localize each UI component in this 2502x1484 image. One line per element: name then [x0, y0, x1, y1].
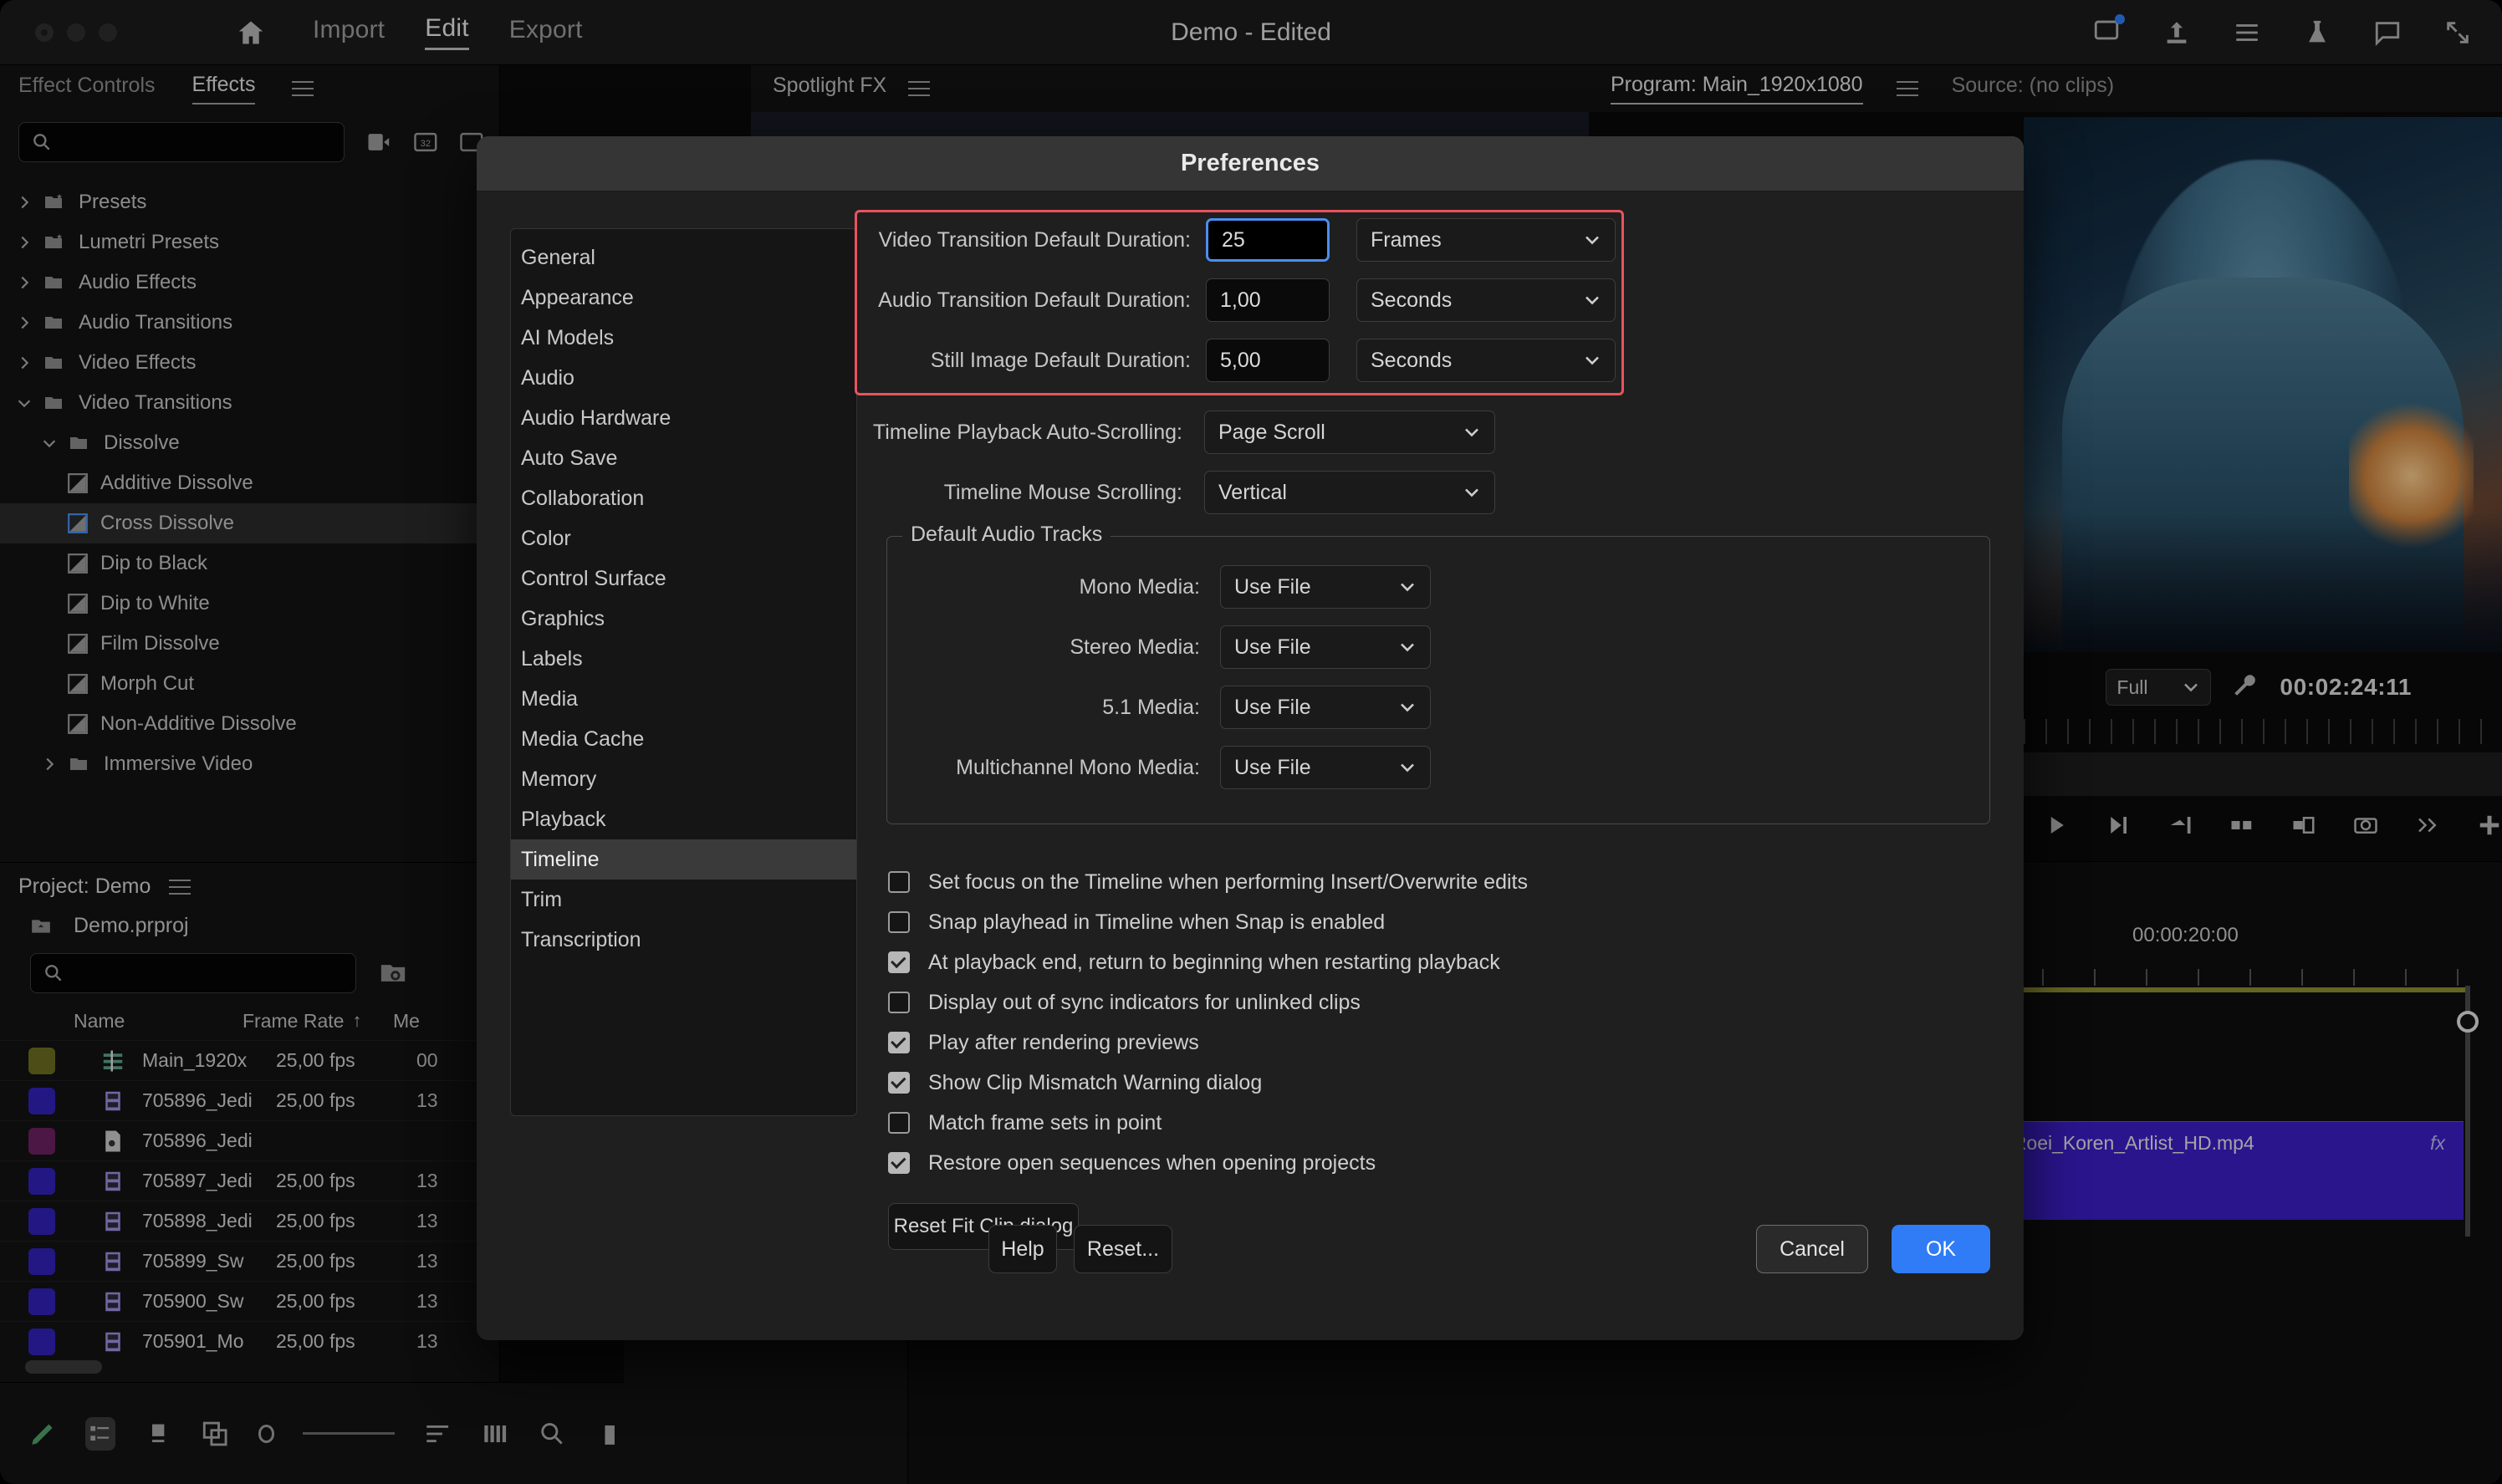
category-transcription[interactable]: Transcription — [511, 920, 856, 960]
checkbox-row-set-focus[interactable]: Set focus on the Timeline when performin… — [888, 862, 1528, 902]
checkbox-label: Play after rendering previews — [928, 1030, 1199, 1054]
51-media-label: 5.1 Media: — [1102, 695, 1200, 719]
application-window: Import Edit Export Demo - Edited Effect … — [0, 0, 2502, 1484]
multichannel-mono-media-select[interactable]: Use File — [1220, 746, 1431, 789]
checkbox-label: Snap playhead in Timeline when Snap is e… — [928, 910, 1386, 934]
mono-media-select[interactable]: Use File — [1220, 565, 1431, 609]
mouse-scrolling-row: Timeline Mouse Scrolling: Vertical — [870, 462, 2002, 523]
chevron-down-icon — [1401, 763, 1414, 773]
reset-button[interactable]: Reset... — [1074, 1225, 1172, 1273]
checkbox-row-play-after-render[interactable]: Play after rendering previews — [888, 1022, 1528, 1063]
category-audio-hardware[interactable]: Audio Hardware — [511, 398, 856, 438]
checkbox-label: Set focus on the Timeline when performin… — [928, 869, 1528, 894]
stereo-media-select[interactable]: Use File — [1220, 625, 1431, 669]
checkbox-match-frame[interactable] — [888, 1112, 910, 1134]
checkbox-row-clip-mismatch[interactable]: Show Clip Mismatch Warning dialog — [888, 1063, 1528, 1103]
timeline-checkbox-list: Set focus on the Timeline when performin… — [888, 862, 1528, 1183]
51-media-row: 5.1 Media: Use File — [887, 677, 1989, 737]
checkbox-row-restore-sequences[interactable]: Restore open sequences when opening proj… — [888, 1143, 1528, 1183]
mouse-scrolling-value: Vertical — [1218, 480, 1287, 504]
category-media-cache[interactable]: Media Cache — [511, 719, 856, 759]
auto-scrolling-row: Timeline Playback Auto-Scrolling: Page S… — [870, 402, 2002, 462]
multichannel-mono-media-value: Use File — [1234, 755, 1311, 779]
preferences-content: Video Transition Default Duration: 25 Fr… — [855, 210, 2002, 1340]
duration-settings-highlight — [855, 210, 1624, 395]
checkbox-label: Match frame sets in point — [928, 1110, 1162, 1135]
category-memory[interactable]: Memory — [511, 759, 856, 799]
category-ai-models[interactable]: AI Models — [511, 318, 856, 358]
checkbox-row-match-frame[interactable]: Match frame sets in point — [888, 1103, 1528, 1143]
preferences-category-list: General Appearance AI Models Audio Audio… — [510, 228, 857, 1116]
category-graphics[interactable]: Graphics — [511, 599, 856, 639]
chevron-down-icon — [1401, 583, 1414, 592]
checkbox-clip-mismatch[interactable] — [888, 1072, 910, 1094]
stereo-media-label: Stereo Media: — [1070, 635, 1200, 659]
checkbox-label: Restore open sequences when opening proj… — [928, 1150, 1376, 1175]
help-button[interactable]: Help — [988, 1225, 1057, 1273]
cancel-button[interactable]: Cancel — [1756, 1225, 1868, 1273]
dialog-footer: Help Reset... Cancel OK — [477, 1206, 2024, 1340]
chevron-down-icon — [1465, 488, 1478, 497]
auto-scrolling-select[interactable]: Page Scroll — [1204, 411, 1495, 454]
chevron-down-icon — [1465, 428, 1478, 437]
51-media-value: Use File — [1234, 695, 1311, 719]
dialog-title: Preferences — [477, 136, 2024, 191]
ok-button[interactable]: OK — [1892, 1225, 1990, 1273]
multichannel-mono-media-label: Multichannel Mono Media: — [956, 755, 1200, 779]
category-appearance[interactable]: Appearance — [511, 278, 856, 318]
multichannel-mono-media-row: Multichannel Mono Media: Use File — [887, 737, 1989, 798]
checkbox-snap-playhead[interactable] — [888, 911, 910, 933]
category-general[interactable]: General — [511, 237, 856, 278]
stereo-media-value: Use File — [1234, 635, 1311, 659]
category-audio[interactable]: Audio — [511, 358, 856, 398]
checkbox-row-snap-playhead[interactable]: Snap playhead in Timeline when Snap is e… — [888, 902, 1528, 942]
chevron-down-icon — [1401, 643, 1414, 652]
category-timeline[interactable]: Timeline — [511, 839, 856, 880]
51-media-select[interactable]: Use File — [1220, 686, 1431, 729]
default-audio-tracks-group: Default Audio Tracks Mono Media: Use Fil… — [886, 523, 1990, 824]
category-auto-save[interactable]: Auto Save — [511, 438, 856, 478]
mono-media-label: Mono Media: — [1079, 574, 1200, 599]
mono-media-value: Use File — [1234, 574, 1311, 599]
mouse-scrolling-select[interactable]: Vertical — [1204, 471, 1495, 514]
auto-scrolling-label: Timeline Playback Auto-Scrolling: — [872, 420, 1182, 444]
mouse-scrolling-label: Timeline Mouse Scrolling: — [943, 480, 1182, 504]
category-control-surface[interactable]: Control Surface — [511, 558, 856, 599]
checkbox-row-return-to-beginning[interactable]: At playback end, return to beginning whe… — [888, 942, 1528, 982]
checkbox-restore-sequences[interactable] — [888, 1152, 910, 1174]
category-playback[interactable]: Playback — [511, 799, 856, 839]
stereo-media-row: Stereo Media: Use File — [887, 617, 1989, 677]
checkbox-play-after-render[interactable] — [888, 1032, 910, 1053]
chevron-down-icon — [1401, 703, 1414, 712]
checkbox-set-focus[interactable] — [888, 871, 910, 893]
checkbox-label: Display out of sync indicators for unlin… — [928, 990, 1361, 1014]
preferences-dialog: Preferences General Appearance AI Models… — [477, 136, 2024, 1340]
checkbox-out-of-sync[interactable] — [888, 992, 910, 1013]
category-color[interactable]: Color — [511, 518, 856, 558]
auto-scrolling-value: Page Scroll — [1218, 420, 1325, 444]
category-labels[interactable]: Labels — [511, 639, 856, 679]
checkbox-label: At playback end, return to beginning whe… — [928, 950, 1500, 974]
checkbox-label: Show Clip Mismatch Warning dialog — [928, 1070, 1263, 1094]
checkbox-return-to-beginning[interactable] — [888, 951, 910, 973]
default-audio-tracks-title: Default Audio Tracks — [902, 523, 1111, 547]
category-collaboration[interactable]: Collaboration — [511, 478, 856, 518]
checkbox-row-out-of-sync[interactable]: Display out of sync indicators for unlin… — [888, 982, 1528, 1022]
category-media[interactable]: Media — [511, 679, 856, 719]
mono-media-row: Mono Media: Use File — [887, 557, 1989, 617]
category-trim[interactable]: Trim — [511, 880, 856, 920]
